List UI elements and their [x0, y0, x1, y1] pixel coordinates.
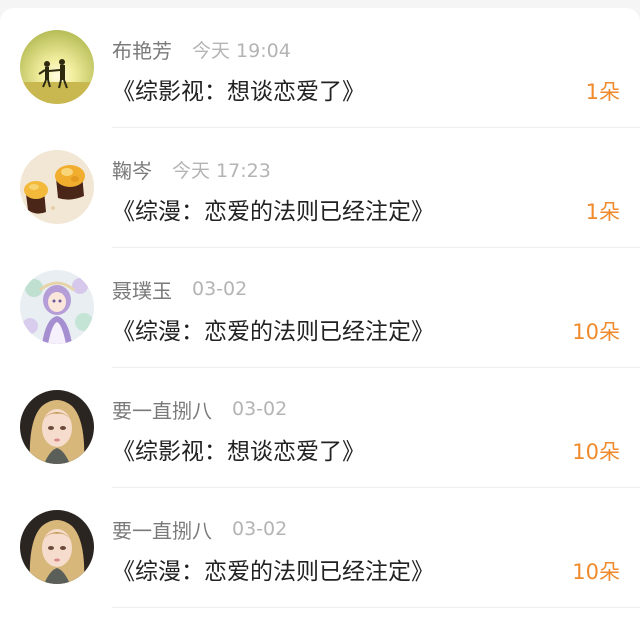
- top-strip: [0, 0, 640, 8]
- timestamp: 03-02: [192, 278, 248, 300]
- user-name[interactable]: 鞠岑: [112, 155, 152, 184]
- flower-count: 10朵: [572, 560, 620, 584]
- user-meta: 要一直捌八 03-02: [112, 394, 287, 424]
- flower-count: 1朵: [585, 80, 620, 104]
- timestamp: 今天 17:23: [172, 159, 271, 182]
- book-title[interactable]: 《综漫：恋爱的法则已经注定》: [112, 192, 434, 226]
- list-item[interactable]: 要一直捌八 03-02 《综影视：想谈恋爱了》 10朵: [0, 368, 640, 488]
- anime-girl-avatar-icon[interactable]: [20, 270, 94, 344]
- cupcake-avatar-icon[interactable]: [20, 150, 94, 224]
- flower-count: 10朵: [572, 320, 620, 344]
- book-title[interactable]: 《综漫：恋爱的法则已经注定》: [112, 552, 434, 586]
- list-item[interactable]: 要一直捌八 03-02 《综漫：恋爱的法则已经注定》 10朵: [0, 488, 640, 608]
- user-name[interactable]: 要一直捌八: [112, 515, 212, 544]
- flower-count: 1朵: [585, 200, 620, 224]
- timestamp: 03-02: [232, 398, 288, 420]
- user-meta: 鞠岑 今天 17:23: [112, 154, 271, 184]
- illustrated-girl-avatar-icon[interactable]: [20, 510, 94, 584]
- timestamp: 03-02: [232, 518, 288, 540]
- user-name[interactable]: 要一直捌八: [112, 395, 212, 424]
- gift-list-page: 布艳芳 今天 19:04 《综影视：想谈恋爱了》 1朵 鞠岑 今天 17:23 …: [0, 0, 640, 620]
- user-meta: 聂璞玉 03-02: [112, 274, 247, 304]
- user-name[interactable]: 聂璞玉: [112, 275, 172, 304]
- list-item[interactable]: 聂璞玉 03-02 《综漫：恋爱的法则已经注定》 10朵: [0, 248, 640, 368]
- book-title[interactable]: 《综漫：恋爱的法则已经注定》: [112, 312, 434, 346]
- user-meta: 布艳芳 今天 19:04: [112, 34, 291, 64]
- couple-sunset-avatar-icon[interactable]: [20, 30, 94, 104]
- illustrated-girl-avatar-icon[interactable]: [20, 390, 94, 464]
- user-name[interactable]: 布艳芳: [112, 35, 172, 64]
- user-meta: 要一直捌八 03-02: [112, 514, 287, 544]
- book-title[interactable]: 《综影视：想谈恋爱了》: [112, 432, 365, 466]
- timestamp: 今天 19:04: [192, 39, 291, 62]
- gift-list: 布艳芳 今天 19:04 《综影视：想谈恋爱了》 1朵 鞠岑 今天 17:23 …: [0, 8, 640, 620]
- list-item[interactable]: 鞠岑 今天 17:23 《综漫：恋爱的法则已经注定》 1朵: [0, 128, 640, 248]
- book-title[interactable]: 《综影视：想谈恋爱了》: [112, 72, 365, 106]
- list-item[interactable]: 布艳芳 今天 19:04 《综影视：想谈恋爱了》 1朵: [0, 8, 640, 128]
- divider: [112, 607, 640, 608]
- flower-count: 10朵: [572, 440, 620, 464]
